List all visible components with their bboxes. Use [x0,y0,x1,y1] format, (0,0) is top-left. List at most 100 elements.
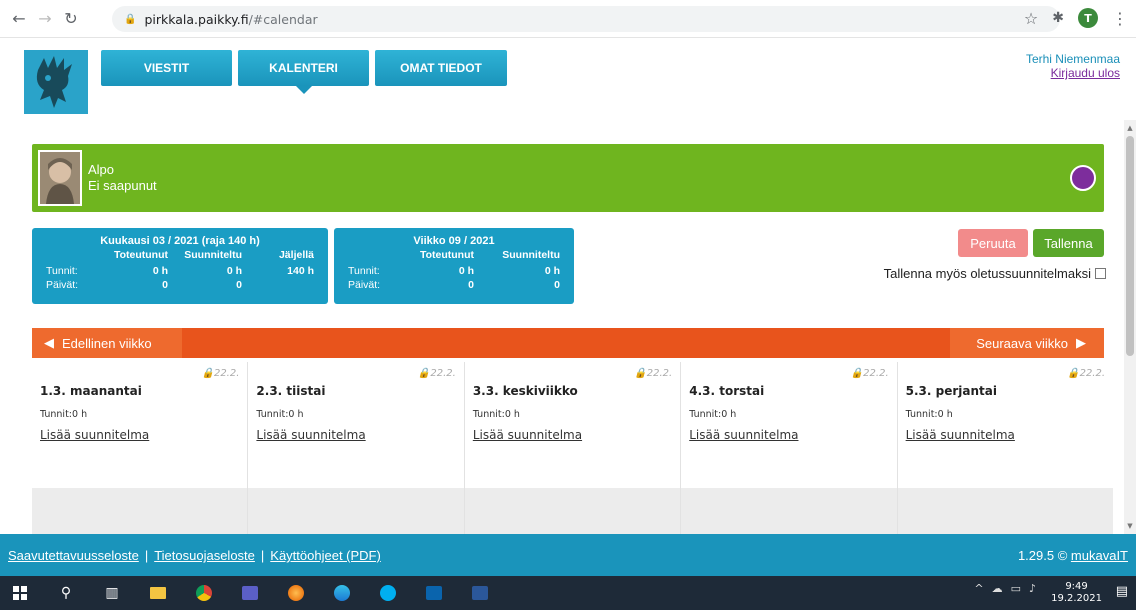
day-title: 4.3. torstai [689,384,765,398]
add-plan-link[interactable]: Lisää suunnitelma [40,428,149,442]
child-avatar [38,150,82,206]
week-col-realized: Toteutunut [419,249,474,261]
task-view-icon[interactable]: ▥ [102,583,122,603]
reload-icon[interactable]: ↻ [60,8,82,30]
caret-right-icon: ▶ [1076,335,1086,350]
hours-label: Tunnit: [256,409,289,420]
search-icon[interactable]: ⚲ [56,583,76,603]
footer-separator: | [144,548,149,563]
lock-date-text: 22.2. [1079,368,1106,379]
tab-messages-label: VIESTIT [143,61,190,75]
app-logo[interactable] [24,50,88,114]
day-title: 1.3. maanantai [40,384,142,398]
vendor-link[interactable]: mukavaIT [1071,548,1128,563]
menu-kebab-icon[interactable]: ⋮ [1112,9,1128,28]
week-navigation: ◀ Edellinen viikko Seuraava viikko ▶ [32,328,1104,358]
address-bar[interactable]: 🔒 pirkkala.paikky.fi/#calendar [112,6,1060,32]
user-box: Terhi Niemenmaa Kirjaudu ulos [1026,52,1120,80]
chrome-icon[interactable] [194,583,214,603]
day-column: 🔒22.2. 4.3. torstai Tunnit: 0 h Lisää su… [681,362,898,488]
teams-icon[interactable] [240,583,260,603]
lock-date-text: 22.2. [430,368,456,379]
next-week-label: Seuraava viikko [976,335,1068,351]
day-bottom-cell [465,488,682,534]
lock-date: 🔒22.2. [1067,368,1105,379]
tab-my-info[interactable]: OMAT TIEDOT [375,50,507,86]
bookmark-star-icon[interactable]: ☆ [1024,9,1038,28]
system-clock[interactable]: 9:49 19.2.2021 [1051,581,1102,605]
padlock-icon: 🔒 [201,368,214,379]
next-week-button[interactable]: Seuraava viikko ▶ [950,328,1104,358]
day-column: 🔒22.2. 2.3. tiistai Tunnit: 0 h Lisää su… [248,362,465,488]
hours-label: Tunnit: [689,409,722,420]
tab-calendar-label: KALENTERI [269,61,338,75]
file-explorer-icon[interactable] [148,583,168,603]
logo-creature-icon [24,50,88,114]
day-bottom-cell [681,488,898,534]
outlook-icon[interactable] [424,583,444,603]
url-host: pirkkala.paikky.fi [144,11,249,27]
privacy-link[interactable]: Tietosuojaseloste [154,548,255,563]
save-default-label: Tallenna myös oletussuunnitelmaksi [883,266,1091,281]
prev-week-button[interactable]: ◀ Edellinen viikko [32,328,182,358]
save-default-option[interactable]: Tallenna myös oletussuunnitelmaksi [884,266,1106,281]
day-title: 3.3. keskiviikko [472,384,578,398]
notification-icon[interactable]: ▤ [1116,584,1128,599]
padlock-icon: 🔒 [634,368,647,379]
word-icon[interactable] [470,583,490,603]
month-col-remaining: Jäljellä [278,249,314,261]
tab-calendar[interactable]: KALENTERI [238,50,369,94]
add-plan-link[interactable]: Lisää suunnitelma [256,428,365,442]
user-name: Terhi Niemenmaa [1025,52,1120,66]
lock-date: 🔒22.2. [851,368,889,379]
hours-value: 0 h [504,409,520,420]
hours-label: Tunnit: [905,409,938,420]
month-row-days: Päivät: [46,279,79,291]
tab-messages[interactable]: VIESTIT [101,50,232,86]
skype-icon[interactable] [378,583,398,603]
month-col-realized: Toteutunut [113,249,168,261]
scroll-down-icon[interactable]: ▼ [1124,520,1136,532]
add-plan-link[interactable]: Lisää suunnitelma [473,428,582,442]
accessibility-link[interactable]: Saavutettavuusseloste [8,548,139,563]
profile-avatar[interactable]: T [1078,8,1098,28]
day-column: 🔒22.2. 1.3. maanantai Tunnit: 0 h Lisää … [32,362,249,488]
hours-value: 0 h [72,409,88,420]
scroll-thumb[interactable] [1126,136,1134,356]
cancel-button[interactable]: Peruuta [958,229,1028,257]
extensions-icon[interactable]: ✱ [1052,10,1064,26]
week-row-days: Päivät: [348,279,381,291]
status-indicator [1070,165,1096,191]
save-default-checkbox[interactable] [1095,268,1106,279]
day-column: 🔒22.2. 5.3. perjantai Tunnit: 0 h Lisää … [898,362,1113,488]
day-bottom-cell [898,488,1113,534]
onedrive-icon[interactable]: ☁ [992,582,1003,595]
manual-link[interactable]: Käyttöohjeet (PDF) [270,548,381,563]
forward-icon[interactable]: → [34,8,56,30]
week-days: 🔒22.2. 1.3. maanantai Tunnit: 0 h Lisää … [32,362,1113,488]
lock-date-text: 22.2. [646,368,673,379]
month-card-title: Kuukausi 03 / 2021 (raja 140 h) [100,235,260,247]
volume-icon[interactable]: ♪ [1029,582,1036,595]
add-plan-link[interactable]: Lisää suunnitelma [906,428,1015,442]
month-col-planned: Suunniteltu [184,249,242,261]
padlock-icon: 🔒 [850,368,864,379]
hours-label: Tunnit: [40,409,72,420]
page-scrollbar[interactable]: ▲ ▼ [1124,120,1136,534]
back-icon[interactable]: ← [8,8,30,30]
windows-start-icon[interactable] [10,583,30,603]
edge-icon[interactable] [332,583,352,603]
network-icon[interactable]: ▭ [1011,582,1021,595]
chevron-up-icon[interactable]: ^ [974,582,983,595]
add-plan-link[interactable]: Lisää suunnitelma [689,428,798,442]
main-tabs: VIESTIT KALENTERI OMAT TIEDOT [101,50,507,94]
lock-date-text: 22.2. [863,368,889,379]
logout-link[interactable]: Kirjaudu ulos [1026,66,1120,80]
scroll-up-icon[interactable]: ▲ [1124,122,1136,134]
lock-icon: 🔒 [124,13,137,25]
save-button[interactable]: Tallenna [1033,229,1104,257]
day-bottom-cell [32,488,249,534]
clock-date: 19.2.2021 [1051,593,1102,604]
week-col-planned: Suunniteltu [502,249,560,261]
firefox-icon[interactable] [286,583,306,603]
